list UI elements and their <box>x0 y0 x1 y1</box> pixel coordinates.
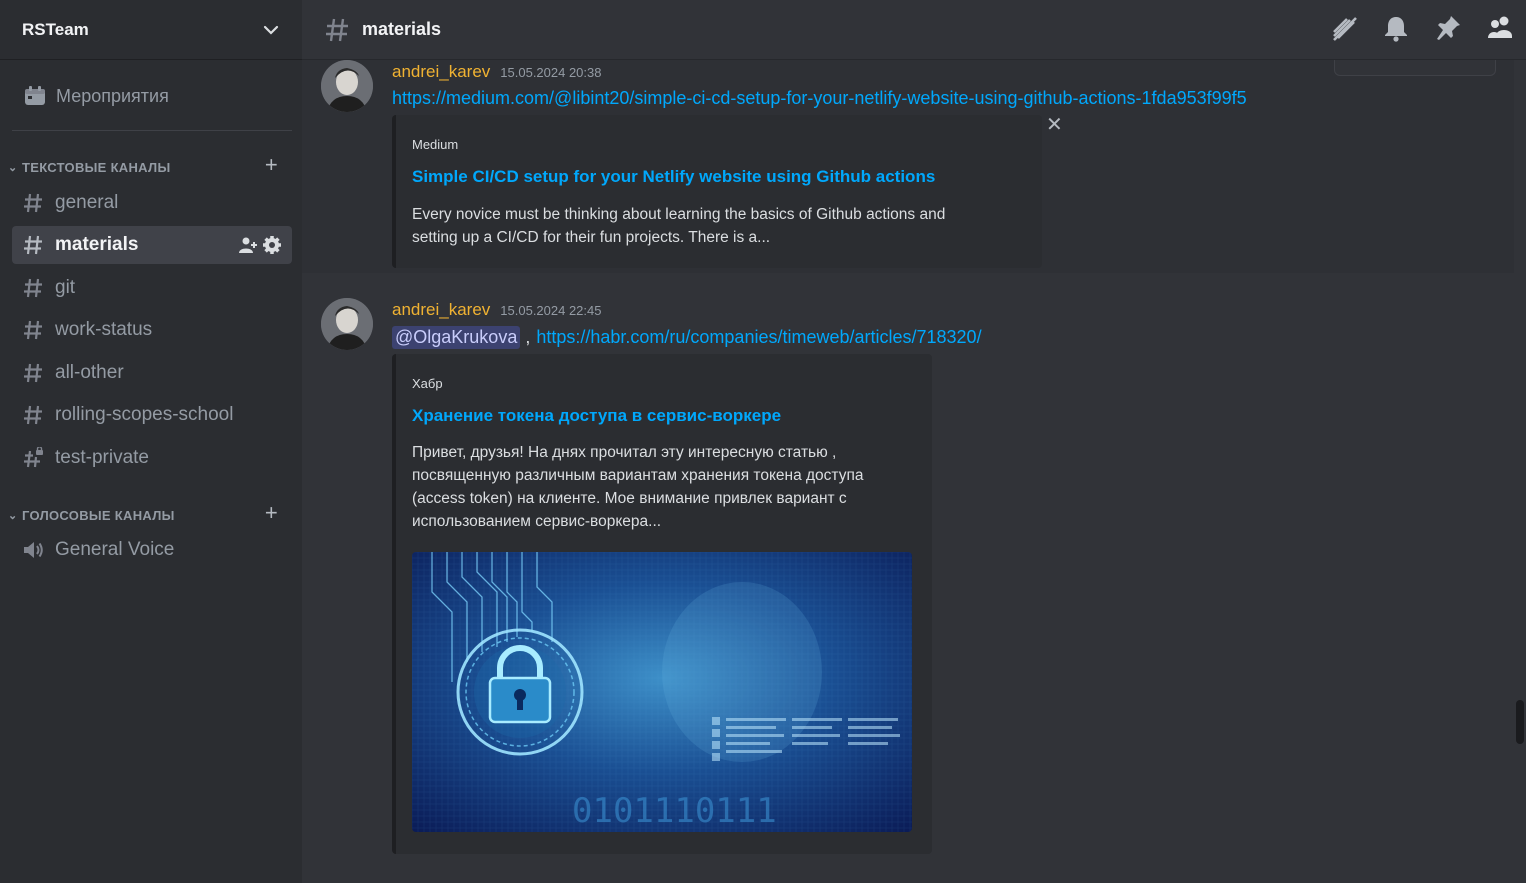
channel-label: git <box>55 277 76 298</box>
avatar[interactable] <box>321 60 373 112</box>
channel-test-private[interactable]: test-private <box>12 439 292 477</box>
channel-git[interactable]: git <box>12 269 292 307</box>
embed-image[interactable]: 0101110111 <box>412 552 912 832</box>
author-name[interactable]: andrei_karev <box>392 62 490 82</box>
server-header[interactable]: RSTeam <box>0 0 302 60</box>
timestamp: 15.05.2024 20:38 <box>500 65 602 80</box>
embed-desc-line: посвященную различным вариантам хранения… <box>412 467 864 484</box>
link-embed: Хабр Хранение токена доступа в сервис-во… <box>392 354 932 854</box>
message-link[interactable]: https://habr.com/ru/companies/timeweb/ar… <box>536 327 981 348</box>
embed-provider: Хабр <box>412 376 443 391</box>
embed-desc-line: использованием сервис-воркера... <box>412 513 662 530</box>
message-actions-toolbar[interactable] <box>1334 60 1496 76</box>
channel-sidebar: RSTeam Мероприятия ⌄ ТЕКСТОВЫЕ КАНАЛЫ + … <box>0 0 302 883</box>
avatar[interactable] <box>321 298 373 350</box>
hash-icon <box>24 278 42 298</box>
chevron-down-icon: ⌄ <box>8 161 18 174</box>
channel-label: rolling-scopes-school <box>55 404 234 425</box>
link-embed: Medium Simple CI/CD setup for your Netli… <box>392 115 1042 268</box>
message-list: andrei_karev 15.05.2024 20:38 https://me… <box>302 60 1526 883</box>
embed-desc-line: Привет, друзья! На днях прочитал эту инт… <box>412 444 837 461</box>
embed-title[interactable]: Simple CI/CD setup for your Netlify webs… <box>412 167 935 187</box>
text-channels-category[interactable]: ⌄ ТЕКСТОВЫЕ КАНАЛЫ + <box>8 152 292 178</box>
separator-text: , <box>520 327 531 347</box>
channel-all-other[interactable]: all-other <box>12 354 292 392</box>
timestamp: 15.05.2024 22:45 <box>500 303 602 318</box>
hash-icon <box>24 193 42 213</box>
add-channel-icon[interactable]: + <box>265 500 278 526</box>
chevron-down-icon: ⌄ <box>8 509 18 522</box>
hash-icon <box>24 235 42 255</box>
user-mention[interactable]: @OlgaKrukova <box>392 326 521 349</box>
discord-window: RSTeam Мероприятия ⌄ ТЕКСТОВЫЕ КАНАЛЫ + … <box>0 0 1526 883</box>
category-label: ТЕКСТОВЫЕ КАНАЛЫ <box>22 159 171 175</box>
close-icon[interactable]: ✕ <box>1046 112 1063 136</box>
hash-icon <box>24 363 42 383</box>
channel-actions <box>238 235 282 255</box>
invite-icon[interactable] <box>238 236 258 254</box>
channel-label: all-other <box>55 362 124 383</box>
embed-desc-line: setting up a CI/CD for their fun project… <box>412 229 771 246</box>
channel-general[interactable]: general <box>12 184 292 222</box>
hash-icon <box>24 320 42 340</box>
channel-label: general <box>55 192 119 213</box>
channel-label: work-status <box>55 319 153 340</box>
channel-work-status[interactable]: work-status <box>12 311 292 349</box>
calendar-icon <box>25 86 45 105</box>
channel-rolling-scopes-school[interactable]: rolling-scopes-school <box>12 396 292 434</box>
message-header: andrei_karev 15.05.2024 22:45 <box>392 300 602 320</box>
channel-label: materials <box>55 234 139 255</box>
channel-label: General Voice <box>55 539 175 560</box>
message-link[interactable]: https://medium.com/@libint20/simple-ci-c… <box>392 88 1247 109</box>
threads-icon[interactable] <box>1330 14 1358 42</box>
pin-icon[interactable] <box>1434 14 1462 42</box>
category-label: ГОЛОСОВЫЕ КАНАЛЫ <box>22 507 175 523</box>
channel-title: materials <box>362 19 442 39</box>
channel-general-voice[interactable]: General Voice <box>12 531 292 569</box>
hash-icon <box>24 405 42 425</box>
header-toolbar <box>1330 14 1514 42</box>
gear-icon[interactable] <box>262 235 282 255</box>
scrollbar-thumb[interactable] <box>1516 700 1524 744</box>
embed-desc-line: (access token) на клиенте. Мое внимание … <box>412 490 847 507</box>
embed-provider: Medium <box>412 137 459 152</box>
embed-description: Привет, друзья! На днях прочитал эту инт… <box>412 441 863 533</box>
add-channel-icon[interactable]: + <box>265 152 278 178</box>
speaker-icon <box>24 542 43 558</box>
events-label: Мероприятия <box>56 85 169 106</box>
channel-materials[interactable]: materials <box>12 226 292 264</box>
sidebar-divider <box>12 130 292 131</box>
hash-icon <box>326 18 348 41</box>
embed-desc-line: Every novice must be thinking about lear… <box>412 206 946 223</box>
message-content: https://medium.com/@libint20/simple-ci-c… <box>392 88 1247 109</box>
channel-header: materials <box>302 0 1526 60</box>
author-name[interactable]: andrei_karev <box>392 300 490 320</box>
message-header: andrei_karev 15.05.2024 20:38 <box>392 62 602 82</box>
private-hash-icon <box>24 447 43 468</box>
image-binary-text: 0101110111 <box>572 791 777 831</box>
events-item[interactable]: Мероприятия <box>12 76 292 116</box>
server-name: RSTeam <box>22 19 89 39</box>
message-content: @OlgaKrukova , https://habr.com/ru/compa… <box>392 326 982 349</box>
members-icon[interactable] <box>1486 14 1514 42</box>
bell-icon[interactable] <box>1382 14 1410 42</box>
chevron-down-icon <box>263 25 279 35</box>
embed-title[interactable]: Хранение токена доступа в сервис-воркере <box>412 406 781 426</box>
embed-description: Every novice must be thinking about lear… <box>412 203 945 249</box>
channel-label: test-private <box>55 447 149 468</box>
voice-channels-category[interactable]: ⌄ ГОЛОСОВЫЕ КАНАЛЫ + <box>8 500 292 526</box>
